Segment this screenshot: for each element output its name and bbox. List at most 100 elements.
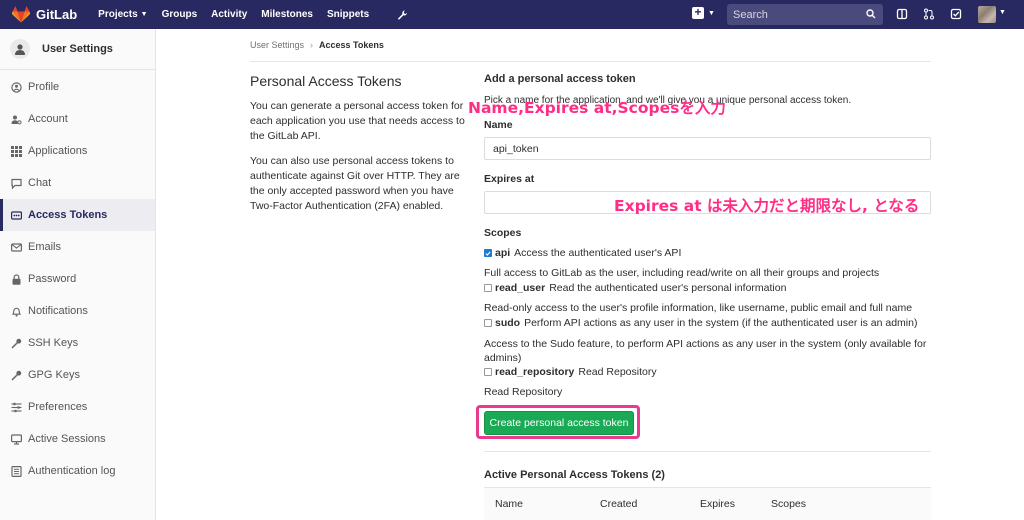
gitlab-logo-icon <box>12 6 30 23</box>
profile-icon <box>11 81 22 93</box>
expires-at-label: Expires at <box>484 173 535 185</box>
account-icon <box>11 114 22 125</box>
column-scopes: Scopes <box>771 498 807 510</box>
brand-name: GitLab <box>36 7 78 22</box>
intro-paragraph-1: You can generate a personal access token… <box>250 100 465 142</box>
divider <box>484 451 931 452</box>
sidebar-item-label: Notifications <box>28 305 88 317</box>
scope-sudo[interactable]: sudo Perform API actions as any user in … <box>484 317 917 329</box>
user-icon <box>10 39 30 59</box>
sidebar-item-label: Chat <box>28 177 52 189</box>
scope-description: Perform API actions as any user in the s… <box>524 317 918 329</box>
gitlab-home-link[interactable]: GitLab <box>12 6 77 23</box>
sidebar-item-active-sessions[interactable]: Active Sessions <box>0 423 155 455</box>
sidebar-item-emails[interactable]: Emails <box>0 231 155 263</box>
scopes-label: Scopes <box>484 227 522 239</box>
scope-name: sudo <box>495 317 521 329</box>
sidebar-item-label: Active Sessions <box>28 433 106 445</box>
column-created: Created <box>600 498 638 510</box>
sidebar-item-chat[interactable]: Chat <box>0 167 155 199</box>
breadcrumb-user-settings[interactable]: User Settings <box>250 40 304 50</box>
chevron-right-icon: › <box>310 40 314 50</box>
sidebar-header[interactable]: User Settings <box>0 29 155 70</box>
sidebar-item-label: Preferences <box>28 401 88 413</box>
new-item-dropdown[interactable]: + ▼ <box>692 6 715 19</box>
tokens-table-header: Name Created Expires Scopes <box>484 487 931 520</box>
access-tokens-icon <box>11 210 22 221</box>
column-expires: Expires <box>700 498 736 510</box>
sidebar-item-password[interactable]: Password <box>0 263 155 295</box>
sidebar-item-authentication-log[interactable]: Authentication log <box>0 455 155 487</box>
checkbox-api[interactable] <box>484 249 492 257</box>
annotation-input-fields: Name,Expires at,Scopesを入力 <box>468 99 726 117</box>
scope-help-text: Read Repository <box>484 386 563 398</box>
todo-check-icon[interactable] <box>950 8 962 20</box>
sidebar-item-label: Profile <box>28 81 60 93</box>
nav-activity[interactable]: Activity <box>211 9 247 21</box>
monitor-icon <box>11 433 22 445</box>
merge-request-icon[interactable] <box>923 8 935 20</box>
name-field[interactable] <box>484 137 931 160</box>
sidebar-title: User Settings <box>42 43 113 55</box>
plus-icon: + <box>692 6 704 19</box>
sidebar-item-ssh-keys[interactable]: SSH Keys <box>0 327 155 359</box>
sidebar-item-access-tokens[interactable]: Access Tokens <box>0 199 155 231</box>
column-name: Name <box>495 498 524 510</box>
preferences-icon <box>11 402 22 413</box>
user-avatar[interactable] <box>978 6 996 23</box>
chevron-down-icon: ▼ <box>140 11 148 18</box>
scope-help-text: Full access to GitLab as the user, inclu… <box>484 267 880 279</box>
nav-projects[interactable]: Projects ▼ <box>98 9 147 21</box>
log-icon <box>11 465 22 477</box>
scope-name: read_user <box>495 282 546 294</box>
sidebar-item-account[interactable]: Account <box>0 103 155 135</box>
sidebar-item-applications[interactable]: Applications <box>0 135 155 167</box>
sidebar-item-label: Account <box>28 113 68 125</box>
sidebar-item-notifications[interactable]: Notifications <box>0 295 155 327</box>
page-title: Personal Access Tokens <box>250 73 402 89</box>
top-navbar: GitLab Projects ▼ Groups Activity Milesto… <box>0 0 1024 29</box>
intro-column: Personal Access Tokens You can generate … <box>250 73 468 224</box>
breadcrumb-access-tokens[interactable]: Access Tokens <box>319 40 384 50</box>
sidebar-item-label: GPG Keys <box>28 369 80 381</box>
nav-groups[interactable]: Groups <box>162 9 198 21</box>
search-input[interactable] <box>733 8 861 21</box>
nav-snippets[interactable]: Snippets <box>327 9 369 21</box>
search-icon <box>866 9 876 19</box>
applications-icon <box>11 145 22 157</box>
chevron-down-icon: ▼ <box>999 9 1006 16</box>
active-tokens-heading: Active Personal Access Tokens (2) <box>484 469 665 481</box>
divider <box>250 61 931 62</box>
scope-help-text: Access to the Sudo feature, to perform A… <box>484 338 927 364</box>
annotation-expires-note: Expires at は未入力だと期限なし, となる <box>614 197 920 215</box>
sidebar-item-label: Authentication log <box>28 465 116 477</box>
checkbox-read-repository[interactable] <box>484 368 492 376</box>
scope-read-user[interactable]: read_user Read the authenticated user's … <box>484 282 786 294</box>
settings-sidebar: User Settings Profile Account Applicatio… <box>0 29 156 520</box>
search-box[interactable] <box>727 4 883 25</box>
scope-read-repository[interactable]: read_repository Read Repository <box>484 366 657 378</box>
name-label: Name <box>484 119 513 131</box>
checkbox-read-user[interactable] <box>484 284 492 292</box>
scope-description: Read Repository <box>578 366 657 378</box>
scope-api[interactable]: api Access the authenticated user's API <box>484 247 681 259</box>
nav-milestones[interactable]: Milestones <box>261 9 313 21</box>
checkbox-sudo[interactable] <box>484 319 492 327</box>
chevron-down-icon: ▼ <box>708 9 715 17</box>
sidebar-item-label: Emails <box>28 241 62 253</box>
sidebar-item-profile[interactable]: Profile <box>0 71 155 103</box>
breadcrumb: User Settings › Access Tokens <box>250 40 384 50</box>
scope-description: Access the authenticated user's API <box>514 247 682 259</box>
key-icon <box>11 370 22 381</box>
sidebar-item-label: Applications <box>28 145 88 157</box>
chat-icon <box>11 178 22 189</box>
scope-name: read_repository <box>495 366 575 378</box>
sidebar-item-gpg-keys[interactable]: GPG Keys <box>0 359 155 391</box>
sidebar-item-preferences[interactable]: Preferences <box>0 391 155 423</box>
email-icon <box>11 242 22 253</box>
issues-panel-icon[interactable] <box>896 8 908 20</box>
form-heading: Add a personal access token <box>484 73 636 85</box>
admin-wrench-icon[interactable] <box>397 9 408 21</box>
create-token-button[interactable]: Create personal access token <box>484 411 634 435</box>
sidebar-item-label: Password <box>28 273 77 285</box>
